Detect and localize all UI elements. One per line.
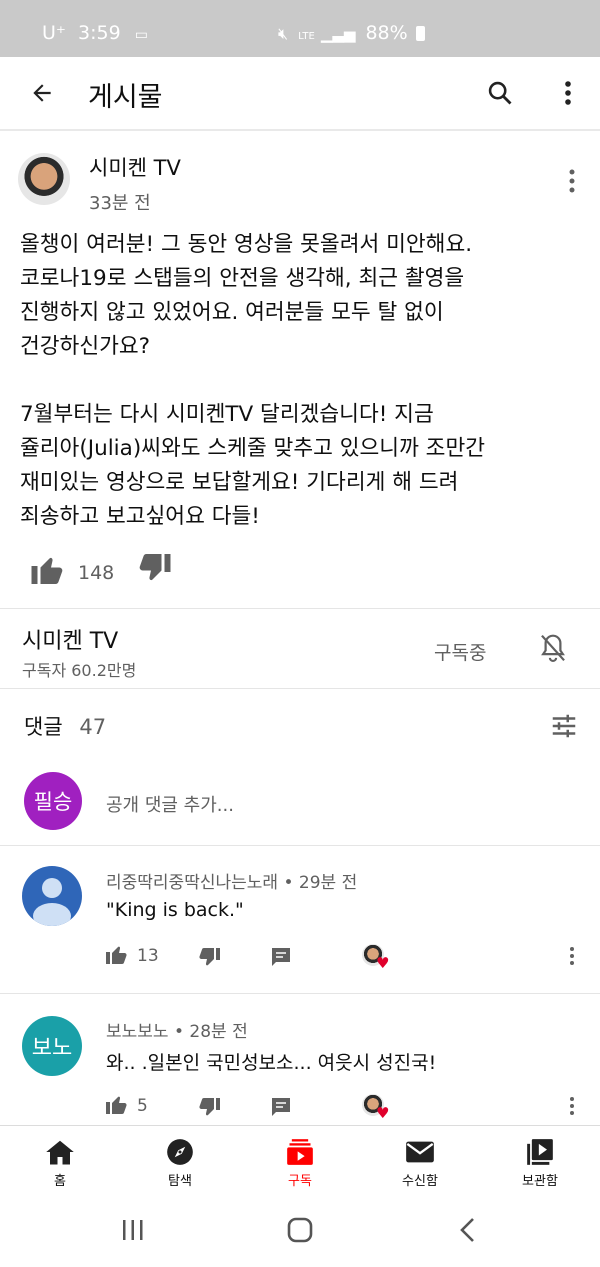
comment-meta: 보노보노 • 28분 전 bbox=[106, 1022, 248, 1042]
channel-bar-name[interactable]: 시미켄 TV bbox=[22, 623, 118, 655]
nav-label: 홈 bbox=[54, 1174, 66, 1189]
carrier-label: U⁺ bbox=[42, 22, 66, 44]
nav-explore[interactable]: 탐색 bbox=[120, 1126, 240, 1196]
default-user-icon bbox=[33, 878, 71, 926]
comment-time: 28분 전 bbox=[189, 1022, 248, 1042]
divider bbox=[0, 845, 600, 846]
channel-avatar[interactable] bbox=[18, 153, 70, 205]
recent-apps-icon[interactable] bbox=[120, 1219, 146, 1245]
comment-author[interactable]: 리중딱리중딱신나는노래 bbox=[106, 873, 278, 893]
keyboard-icon: ▭ bbox=[134, 27, 148, 43]
inbox-icon bbox=[406, 1141, 434, 1163]
status-left: U⁺ 3:59 ▭ bbox=[42, 22, 148, 44]
back-icon[interactable] bbox=[20, 71, 64, 115]
comment-like-button[interactable] bbox=[105, 1094, 129, 1118]
post-channel-name[interactable]: 시미켄 TV bbox=[89, 152, 181, 182]
subscribed-button[interactable]: 구독중 bbox=[434, 638, 486, 665]
comment-like-button[interactable] bbox=[105, 944, 129, 968]
sort-icon[interactable] bbox=[549, 711, 579, 745]
notifications-off-icon[interactable] bbox=[538, 632, 568, 668]
status-bar: U⁺ 3:59 ▭ 🔇︎ LTE ▁▃▅ 88% bbox=[0, 0, 600, 57]
comment-text: "King is back." bbox=[106, 899, 244, 921]
mute-icon: 🔇︎ bbox=[278, 24, 289, 43]
subscriber-count: 구독자 60.2만명 bbox=[22, 661, 137, 680]
post-text: 올챙이 여러분! 그 동안 영상을 못올려서 미안해요. 코로나19로 스탭들의… bbox=[20, 232, 486, 529]
home-icon bbox=[46, 1140, 74, 1165]
reply-icon[interactable] bbox=[270, 946, 292, 972]
post-more-icon[interactable] bbox=[568, 168, 576, 198]
signal-icon: ▁▃▅ bbox=[320, 25, 356, 43]
comments-label: 댓글 bbox=[24, 715, 63, 739]
thumb-up-icon bbox=[106, 946, 127, 964]
comment-text: 와.. .일본인 국민성보소... 여읏시 성진국! bbox=[106, 1052, 437, 1074]
nav-library[interactable]: 보관함 bbox=[480, 1126, 600, 1196]
system-nav-bar bbox=[0, 1195, 600, 1267]
thumb-up-icon bbox=[31, 557, 63, 584]
comment-time: 29분 전 bbox=[298, 873, 358, 893]
nav-label: 구독 bbox=[288, 1174, 312, 1189]
divider bbox=[0, 608, 600, 609]
battery-label: 88% bbox=[365, 22, 408, 44]
nav-inbox[interactable]: 수신함 bbox=[360, 1126, 480, 1196]
status-right: 🔇︎ LTE ▁▃▅ 88% bbox=[278, 22, 425, 44]
comment-avatar[interactable] bbox=[22, 866, 82, 926]
comment-author[interactable]: 보노보노 bbox=[106, 1022, 169, 1042]
my-avatar: 필승 bbox=[24, 772, 82, 830]
search-icon[interactable] bbox=[478, 71, 522, 115]
comments-count: 47 bbox=[79, 715, 107, 739]
explore-icon bbox=[167, 1139, 193, 1165]
comment-dislike-button[interactable] bbox=[197, 1098, 221, 1122]
nav-home[interactable]: 홈 bbox=[0, 1126, 120, 1196]
reply-icon[interactable] bbox=[270, 1096, 292, 1122]
comment-more-icon[interactable] bbox=[569, 946, 575, 970]
divider bbox=[0, 993, 600, 994]
post-like-count: 148 bbox=[78, 562, 115, 584]
thumb-down-icon bbox=[199, 1098, 220, 1116]
library-icon bbox=[527, 1139, 553, 1165]
network-label: LTE bbox=[298, 31, 315, 42]
clock: 3:59 bbox=[77, 22, 121, 44]
more-vert-icon[interactable] bbox=[546, 71, 590, 115]
subscriptions-icon bbox=[287, 1139, 313, 1165]
comment-more-icon[interactable] bbox=[569, 1096, 575, 1120]
post-dislike-button[interactable] bbox=[136, 554, 172, 588]
comment-dislike-button[interactable] bbox=[197, 948, 221, 972]
creator-heart-icon: ♥ bbox=[362, 1094, 389, 1122]
post-like-button[interactable] bbox=[30, 554, 66, 588]
add-comment-input[interactable]: 공개 댓글 추가... bbox=[106, 791, 234, 817]
battery-icon bbox=[415, 26, 425, 41]
divider bbox=[0, 688, 600, 689]
comments-header: 댓글 47 bbox=[24, 711, 106, 741]
comment-avatar[interactable]: 보노 bbox=[22, 1016, 82, 1076]
comment-like-count: 13 bbox=[137, 946, 159, 966]
back-nav-icon[interactable] bbox=[458, 1217, 478, 1247]
comment-like-count: 5 bbox=[137, 1096, 148, 1116]
home-button-icon[interactable] bbox=[286, 1216, 314, 1248]
thumb-down-icon bbox=[139, 554, 171, 581]
thumb-down-icon bbox=[199, 948, 220, 966]
page-title: 게시물 bbox=[88, 82, 163, 113]
creator-heart-icon: ♥ bbox=[362, 944, 389, 972]
app-bar: 게시물 bbox=[0, 57, 600, 131]
comment-meta: 리중딱리중딱신나는노래 • 29분 전 bbox=[106, 873, 358, 893]
nav-label: 보관함 bbox=[522, 1174, 558, 1189]
nav-label: 탐색 bbox=[168, 1174, 192, 1189]
nav-subscriptions[interactable]: 구독 bbox=[240, 1126, 360, 1196]
post-time: 33분 전 bbox=[89, 193, 151, 214]
bottom-nav: 홈 탐색 구독 수신함 보관함 bbox=[0, 1125, 600, 1196]
thumb-up-icon bbox=[106, 1096, 127, 1114]
nav-label: 수신함 bbox=[402, 1174, 438, 1189]
